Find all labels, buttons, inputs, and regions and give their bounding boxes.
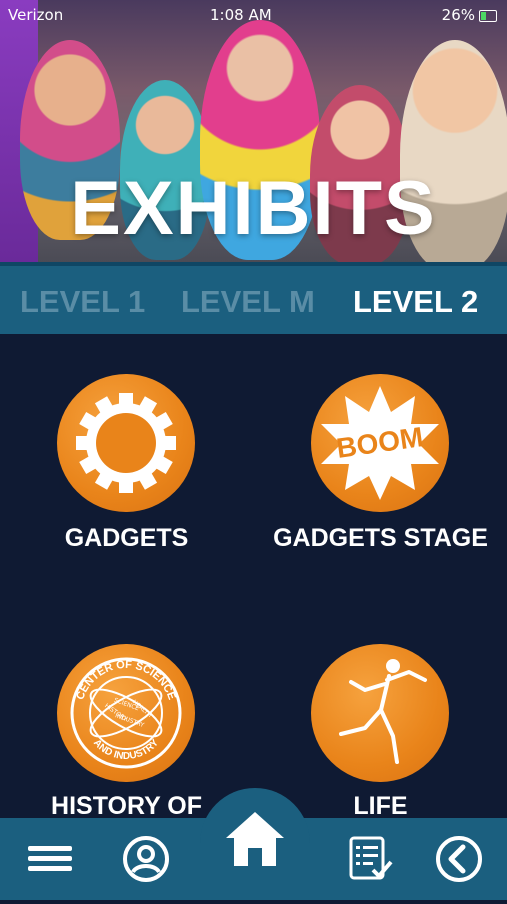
- page-title: EXHIBITS: [70, 166, 437, 251]
- exhibit-icon-circle: [57, 374, 195, 512]
- exhibit-grid: GADGETS BOOM GADGETS STAGE CENTER OF SCI…: [0, 334, 507, 820]
- menu-icon[interactable]: [26, 834, 76, 884]
- exhibit-label: GADGETS: [64, 524, 189, 552]
- gear-icon: [76, 393, 176, 493]
- profile-icon[interactable]: [121, 834, 171, 884]
- tab-level-2[interactable]: LEVEL 2: [353, 284, 478, 320]
- clock: 1:08 AM: [210, 6, 272, 24]
- exhibit-life[interactable]: LIFE: [254, 584, 507, 820]
- exhibit-history[interactable]: CENTER OF SCIENCE AND INDUSTRY HISTORY S…: [0, 584, 253, 820]
- battery-percent: 26%: [441, 6, 475, 24]
- level-tabs: LEVEL 1 LEVEL M LEVEL 2: [0, 262, 507, 334]
- exhibit-icon-circle: BOOM: [311, 374, 449, 512]
- tab-level-1[interactable]: LEVEL 1: [20, 284, 145, 320]
- exhibit-icon-circle: CENTER OF SCIENCE AND INDUSTRY HISTORY S…: [57, 644, 195, 782]
- status-bar: Verizon 1:08 AM 26%: [0, 4, 507, 26]
- exhibit-icon-circle: [311, 644, 449, 782]
- center-of-science-seal-icon: CENTER OF SCIENCE AND INDUSTRY HISTORY S…: [70, 657, 182, 769]
- tab-level-m[interactable]: LEVEL M: [181, 284, 315, 320]
- exhibit-gadgets[interactable]: GADGETS: [0, 334, 253, 584]
- hero-banner: Verizon 1:08 AM 26% EXHIBITS: [0, 0, 507, 262]
- home-icon: [226, 812, 284, 866]
- carrier-label: Verizon: [8, 6, 64, 24]
- checklist-icon[interactable]: [345, 834, 395, 884]
- exhibit-label: GADGETS STAGE: [273, 524, 488, 552]
- running-figure-icon: [339, 659, 427, 764]
- battery-icon: [479, 10, 497, 22]
- exhibit-gadgets-stage[interactable]: BOOM GADGETS STAGE: [254, 334, 507, 584]
- home-button[interactable]: [200, 788, 310, 900]
- boom-icon: BOOM: [321, 386, 439, 500]
- back-icon[interactable]: [434, 834, 484, 884]
